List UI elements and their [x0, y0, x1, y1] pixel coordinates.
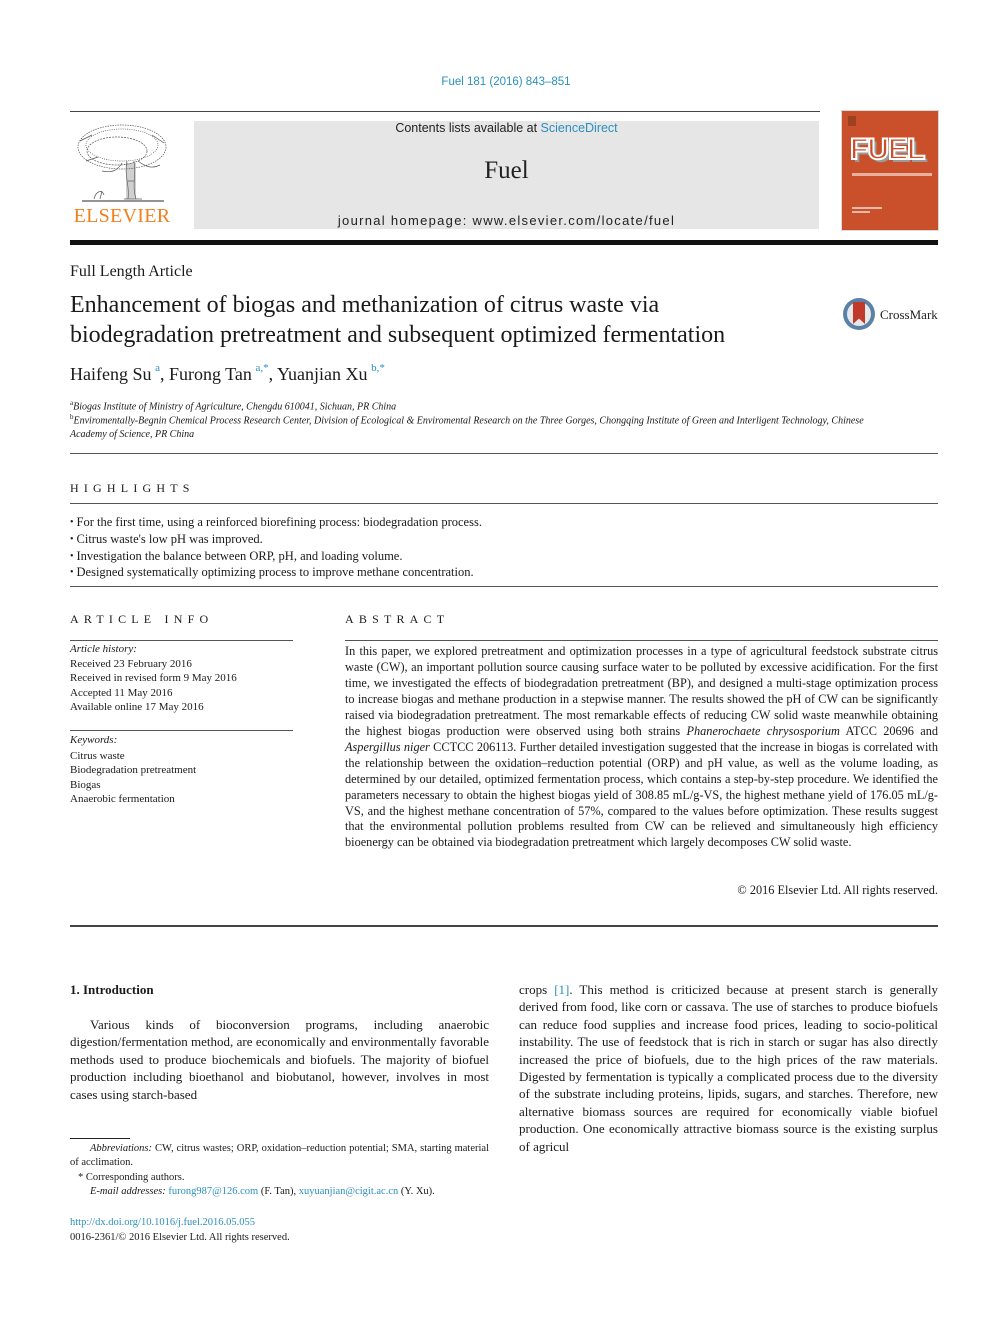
article-info-heading: ARTICLE INFO — [70, 612, 214, 626]
footnote-rule — [70, 1138, 130, 1139]
author-affiliation-link[interactable]: a — [155, 362, 160, 374]
introduction-heading: 1. Introduction — [70, 982, 154, 997]
section-divider — [70, 503, 938, 504]
email-footnote: E-mail addresses: furong987@126.com (F. … — [70, 1185, 489, 1199]
section-divider — [70, 925, 938, 927]
abbreviations-footnote: Abbreviations: CW, citrus wastes; ORP, o… — [70, 1142, 489, 1171]
cover-title: FUEL — [849, 132, 926, 167]
elsevier-tree-icon — [77, 124, 167, 202]
email-link[interactable]: furong987@126.com — [168, 1186, 258, 1197]
article-title: Enhancement of biogas and methanization … — [70, 290, 830, 350]
section-divider — [70, 586, 938, 587]
article-history: Received 23 February 2016 Received in re… — [70, 657, 237, 714]
elsevier-logo[interactable]: ELSEVIER — [70, 119, 174, 231]
highlight-item: Citrus waste's low pH was improved. — [70, 532, 482, 549]
author-name[interactable]: Haifeng Su — [70, 364, 151, 384]
section-divider — [70, 640, 293, 641]
highlights-heading: HIGHLIGHTS — [70, 481, 195, 495]
abstract-heading: ABSTRACT — [345, 612, 450, 626]
crossmark-label: CrossMark — [880, 307, 938, 322]
section-divider — [345, 640, 938, 641]
abstract-segment: ATCC 20696 and — [839, 723, 938, 738]
issn-copyright: 0016-2361/© 2016 Elsevier Ltd. All right… — [70, 1231, 290, 1243]
keywords-list: Citrus waste Biodegradation pretreatment… — [70, 749, 196, 806]
email-link[interactable]: xuyuanjian@cigit.ac.cn — [299, 1186, 398, 1197]
author-affiliation-link[interactable]: b,* — [371, 362, 385, 374]
contents-availability: Contents lists available at ScienceDirec… — [194, 121, 819, 135]
journal-banner: Contents lists available at ScienceDirec… — [194, 121, 819, 229]
history-entry: Received in revised form 9 May 2016 — [70, 672, 237, 685]
doi-link[interactable]: http://dx.doi.org/10.1016/j.fuel.2016.05… — [70, 1217, 255, 1228]
sciencedirect-link[interactable]: ScienceDirect — [541, 121, 618, 135]
footnote-label: E-mail addresses: — [90, 1185, 166, 1197]
keywords-label: Keywords: — [70, 734, 118, 746]
keyword: Citrus waste — [70, 750, 125, 762]
footnotes: Abbreviations: CW, citrus wastes; ORP, o… — [70, 1142, 489, 1199]
body-column-left: Various kinds of bioconversion programs,… — [70, 1017, 489, 1102]
title-line: biodegradation pretreatment and subseque… — [70, 322, 726, 348]
section-divider — [70, 453, 938, 454]
species-name: Aspergillus niger — [345, 739, 430, 754]
author-list: Haifeng Su a, Furong Tan a,*, Yuanjian X… — [70, 362, 385, 384]
footnote-text: Corresponding authors. — [83, 1171, 185, 1183]
crossmark-button[interactable]: CrossMark — [843, 298, 943, 334]
body-column-right: crops [1]. This method is criticized bec… — [519, 981, 938, 1155]
species-name: Phanerochaete chrysosporium — [686, 723, 840, 738]
history-entry: Accepted 11 May 2016 — [70, 686, 173, 699]
corresponding-footnote: * Corresponding authors. — [70, 1171, 489, 1185]
title-line: Enhancement of biogas and methanization … — [70, 292, 660, 318]
highlight-item: Investigation the balance between ORP, p… — [70, 549, 482, 566]
cover-footer-bar — [852, 211, 870, 213]
keyword: Biodegradation pretreatment — [70, 764, 197, 777]
highlight-item: For the first time, using a reinforced b… — [70, 515, 482, 532]
footnote-text: (Y. Xu). — [398, 1185, 435, 1197]
journal-name[interactable]: Fuel — [194, 157, 819, 185]
affiliation-text: Enviromentally-Begnin Chemical Process R… — [70, 415, 864, 441]
keyword: Anaerobic fermentation — [70, 792, 175, 805]
author-name[interactable]: Yuanjian Xu — [277, 364, 367, 384]
history-entry: Available online 17 May 2016 — [70, 700, 204, 713]
highlight-item: Designed systematically optimizing proce… — [70, 565, 482, 582]
author-affiliation-link[interactable]: a,* — [256, 362, 269, 374]
contents-prefix: Contents lists available at — [395, 121, 541, 135]
author-name[interactable]: Furong Tan — [169, 364, 252, 384]
section-divider — [70, 730, 293, 731]
highlights-list: For the first time, using a reinforced b… — [70, 515, 482, 582]
journal-citation[interactable]: Fuel 181 (2016) 843–851 — [0, 76, 992, 88]
journal-cover-thumbnail[interactable]: FUEL — [842, 111, 938, 230]
abstract-text: In this paper, we explored pretreatment … — [345, 644, 938, 851]
journal-homepage[interactable]: journal homepage: www.elsevier.com/locat… — [194, 213, 819, 228]
abstract-segment: CCTCC 206113. Further detailed investiga… — [345, 739, 938, 850]
footnote-label: Abbreviations: — [90, 1143, 153, 1154]
keyword: Biogas — [70, 778, 101, 791]
affiliation-b: bEnviromentally-Begnin Chemical Process … — [70, 410, 870, 442]
footnote-text: (F. Tan), — [258, 1185, 299, 1197]
body-text: crops — [519, 982, 555, 997]
article-history-label: Article history: — [70, 643, 137, 655]
doi-block: http://dx.doi.org/10.1016/j.fuel.2016.05… — [70, 1216, 290, 1245]
cover-subtitle-bar — [852, 173, 932, 176]
body-text: . This method is criticized because at p… — [519, 982, 938, 1154]
cover-publisher-mark — [848, 116, 856, 126]
reference-link[interactable]: [1] — [554, 982, 569, 997]
header-thick-rule — [70, 240, 938, 245]
cover-footer-bar — [852, 207, 882, 209]
elsevier-wordmark: ELSEVIER — [73, 205, 171, 227]
article-type: Full Length Article — [70, 263, 193, 280]
history-entry: Received 23 February 2016 — [70, 658, 192, 670]
header-rule — [70, 111, 820, 112]
abstract-copyright: © 2016 Elsevier Ltd. All rights reserved… — [737, 883, 938, 897]
